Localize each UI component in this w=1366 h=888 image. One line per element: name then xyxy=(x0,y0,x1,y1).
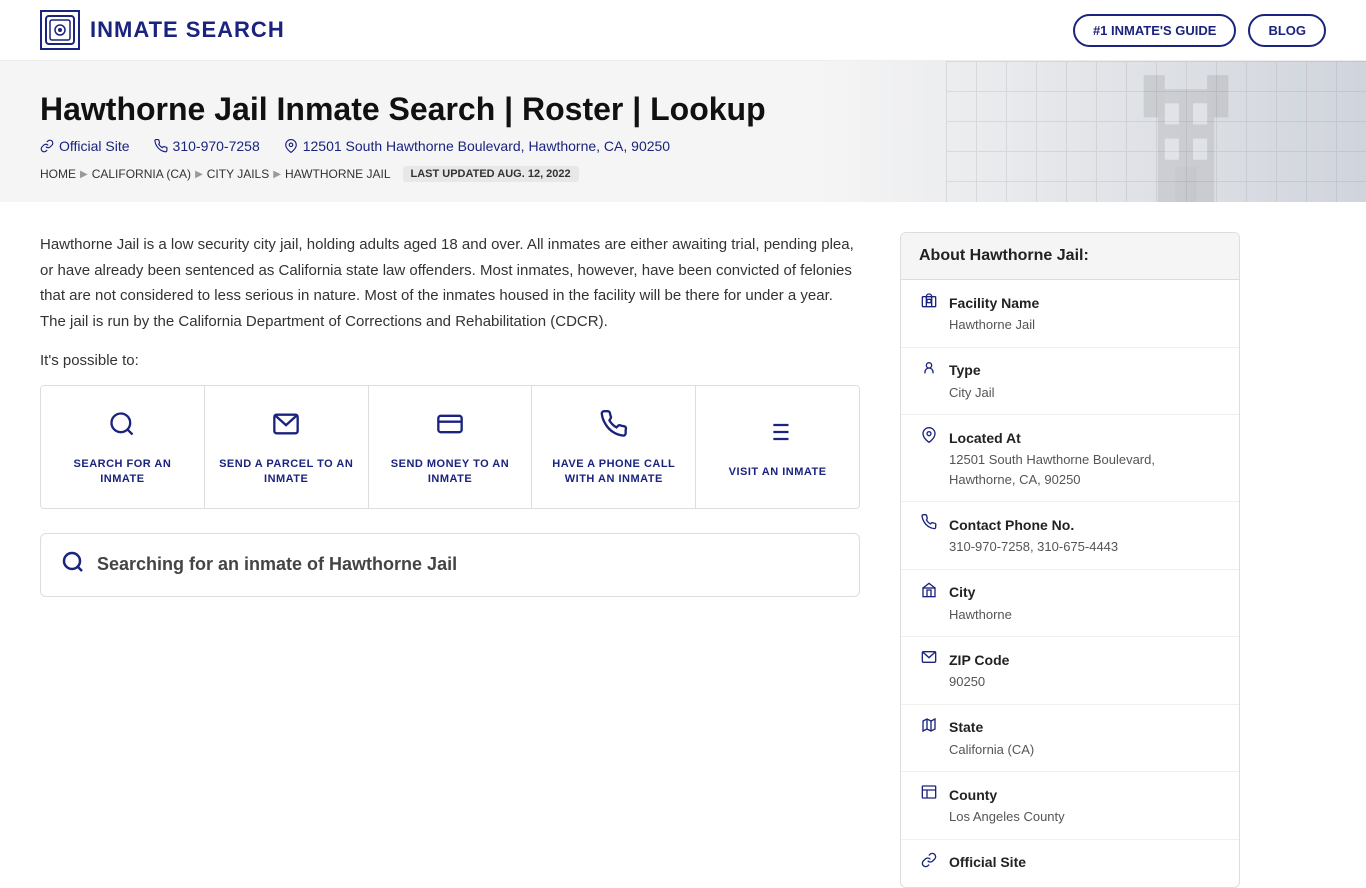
visit-icon xyxy=(764,418,792,453)
hero-section: Hawthorne Jail Inmate Search | Roster | … xyxy=(0,61,1366,202)
search-icon xyxy=(108,410,136,445)
breadcrumb-sep-3: ▶ xyxy=(273,169,281,180)
type-label: Type xyxy=(949,362,981,378)
action-cards: SEARCH FOR AN INMATE SEND A PARCEL TO AN… xyxy=(40,385,860,509)
breadcrumb-current: HAWTHORNE JAIL xyxy=(285,167,391,181)
header: INMATE SEARCH #1 INMATE'S GUIDE BLOG xyxy=(0,0,1366,61)
location-value: 12501 South Hawthorne Boulevard, Hawthor… xyxy=(949,450,1221,489)
possible-text: It's possible to: xyxy=(40,352,860,369)
sidebar-item-county: County Los Angeles County xyxy=(901,772,1239,840)
breadcrumb-sep-1: ▶ xyxy=(80,169,88,180)
blog-button[interactable]: BLOG xyxy=(1248,14,1326,47)
facility-name-label: Facility Name xyxy=(949,295,1039,311)
hero-meta: Official Site 310-970-7258 12501 South H… xyxy=(40,138,1326,154)
sidebar-item-city: City Hawthorne xyxy=(901,570,1239,638)
sidebar-item-type: Type City Jail xyxy=(901,348,1239,416)
action-card-search[interactable]: SEARCH FOR AN INMATE xyxy=(41,386,205,508)
action-search-label: SEARCH FOR AN INMATE xyxy=(53,457,192,488)
logo-text: INMATE SEARCH xyxy=(90,17,285,43)
sidebar-item-state: State California (CA) xyxy=(901,705,1239,773)
sidebar-card: About Hawthorne Jail: Facility Name Hawt… xyxy=(900,232,1240,888)
breadcrumb-category[interactable]: CITY JAILS xyxy=(207,167,269,181)
search-box-icon xyxy=(61,550,85,580)
official-site-link[interactable]: Official Site xyxy=(40,138,130,154)
zip-label: ZIP Code xyxy=(949,652,1009,668)
city-value: Hawthorne xyxy=(949,605,1221,625)
type-value: City Jail xyxy=(949,383,1221,403)
search-box-text: Searching for an inmate of Hawthorne Jai… xyxy=(97,554,457,575)
action-parcel-label: SEND A PARCEL TO AN INMATE xyxy=(217,457,356,488)
action-money-label: SEND MONEY TO AN INMATE xyxy=(381,457,520,488)
action-card-phone[interactable]: HAVE A PHONE CALL WITH AN INMATE xyxy=(532,386,696,508)
breadcrumb: HOME ▶ CALIFORNIA (CA) ▶ CITY JAILS ▶ HA… xyxy=(40,166,1326,182)
county-label: County xyxy=(949,787,997,803)
phone-icon xyxy=(600,410,628,445)
official-site-sidebar-label: Official Site xyxy=(949,854,1026,870)
state-icon xyxy=(919,717,939,738)
breadcrumb-home[interactable]: HOME xyxy=(40,167,76,181)
zip-value: 90250 xyxy=(949,672,1221,692)
address-meta: 12501 South Hawthorne Boulevard, Hawthor… xyxy=(284,138,670,154)
logo-icon xyxy=(40,10,80,50)
page-title: Hawthorne Jail Inmate Search | Roster | … xyxy=(40,91,1326,128)
sidebar-item-zip: ZIP Code 90250 xyxy=(901,637,1239,705)
sidebar-item-location: Located At 12501 South Hawthorne Bouleva… xyxy=(901,415,1239,502)
search-box[interactable]: Searching for an inmate of Hawthorne Jai… xyxy=(40,533,860,597)
breadcrumb-state[interactable]: CALIFORNIA (CA) xyxy=(92,167,191,181)
location-label: Located At xyxy=(949,430,1021,446)
action-card-money[interactable]: SEND MONEY TO AN INMATE xyxy=(369,386,533,508)
sidebar-item-official-site: Official Site xyxy=(901,840,1239,887)
county-value: Los Angeles County xyxy=(949,807,1221,827)
logo-area: INMATE SEARCH xyxy=(40,10,285,50)
type-icon xyxy=(919,360,939,381)
official-site-icon xyxy=(919,852,939,873)
facility-icon xyxy=(919,292,939,313)
phone-link[interactable]: 310-970-7258 xyxy=(154,138,260,154)
sidebar-item-facility-name: Facility Name Hawthorne Jail xyxy=(901,280,1239,348)
sidebar-item-phone: Contact Phone No. 310-970-7258, 310-675-… xyxy=(901,502,1239,570)
contact-phone-label: Contact Phone No. xyxy=(949,517,1074,533)
action-card-visit[interactable]: VISIT AN INMATE xyxy=(696,386,859,508)
parcel-icon xyxy=(272,410,300,445)
county-icon xyxy=(919,784,939,805)
city-label: City xyxy=(949,584,975,600)
state-label: State xyxy=(949,719,983,735)
main-layout: Hawthorne Jail is a low security city ja… xyxy=(0,232,1366,888)
money-icon xyxy=(436,410,464,445)
last-updated-badge: LAST UPDATED AUG. 12, 2022 xyxy=(403,166,579,182)
action-card-parcel[interactable]: SEND A PARCEL TO AN INMATE xyxy=(205,386,369,508)
zip-icon xyxy=(919,649,939,670)
contact-phone-icon xyxy=(919,514,939,535)
breadcrumb-sep-2: ▶ xyxy=(195,169,203,180)
contact-phone-value: 310-970-7258, 310-675-4443 xyxy=(949,537,1221,557)
action-phone-label: HAVE A PHONE CALL WITH AN INMATE xyxy=(544,457,683,488)
state-value: California (CA) xyxy=(949,740,1221,760)
facility-name-value: Hawthorne Jail xyxy=(949,315,1221,335)
header-nav: #1 INMATE'S GUIDE BLOG xyxy=(1073,14,1326,47)
sidebar: About Hawthorne Jail: Facility Name Hawt… xyxy=(900,232,1240,888)
content-left: Hawthorne Jail is a low security city ja… xyxy=(40,232,900,888)
location-icon xyxy=(919,427,939,448)
sidebar-title: About Hawthorne Jail: xyxy=(901,233,1239,280)
guide-button[interactable]: #1 INMATE'S GUIDE xyxy=(1073,14,1236,47)
city-icon xyxy=(919,582,939,603)
jail-description: Hawthorne Jail is a low security city ja… xyxy=(40,232,860,334)
action-visit-label: VISIT AN INMATE xyxy=(729,465,827,480)
